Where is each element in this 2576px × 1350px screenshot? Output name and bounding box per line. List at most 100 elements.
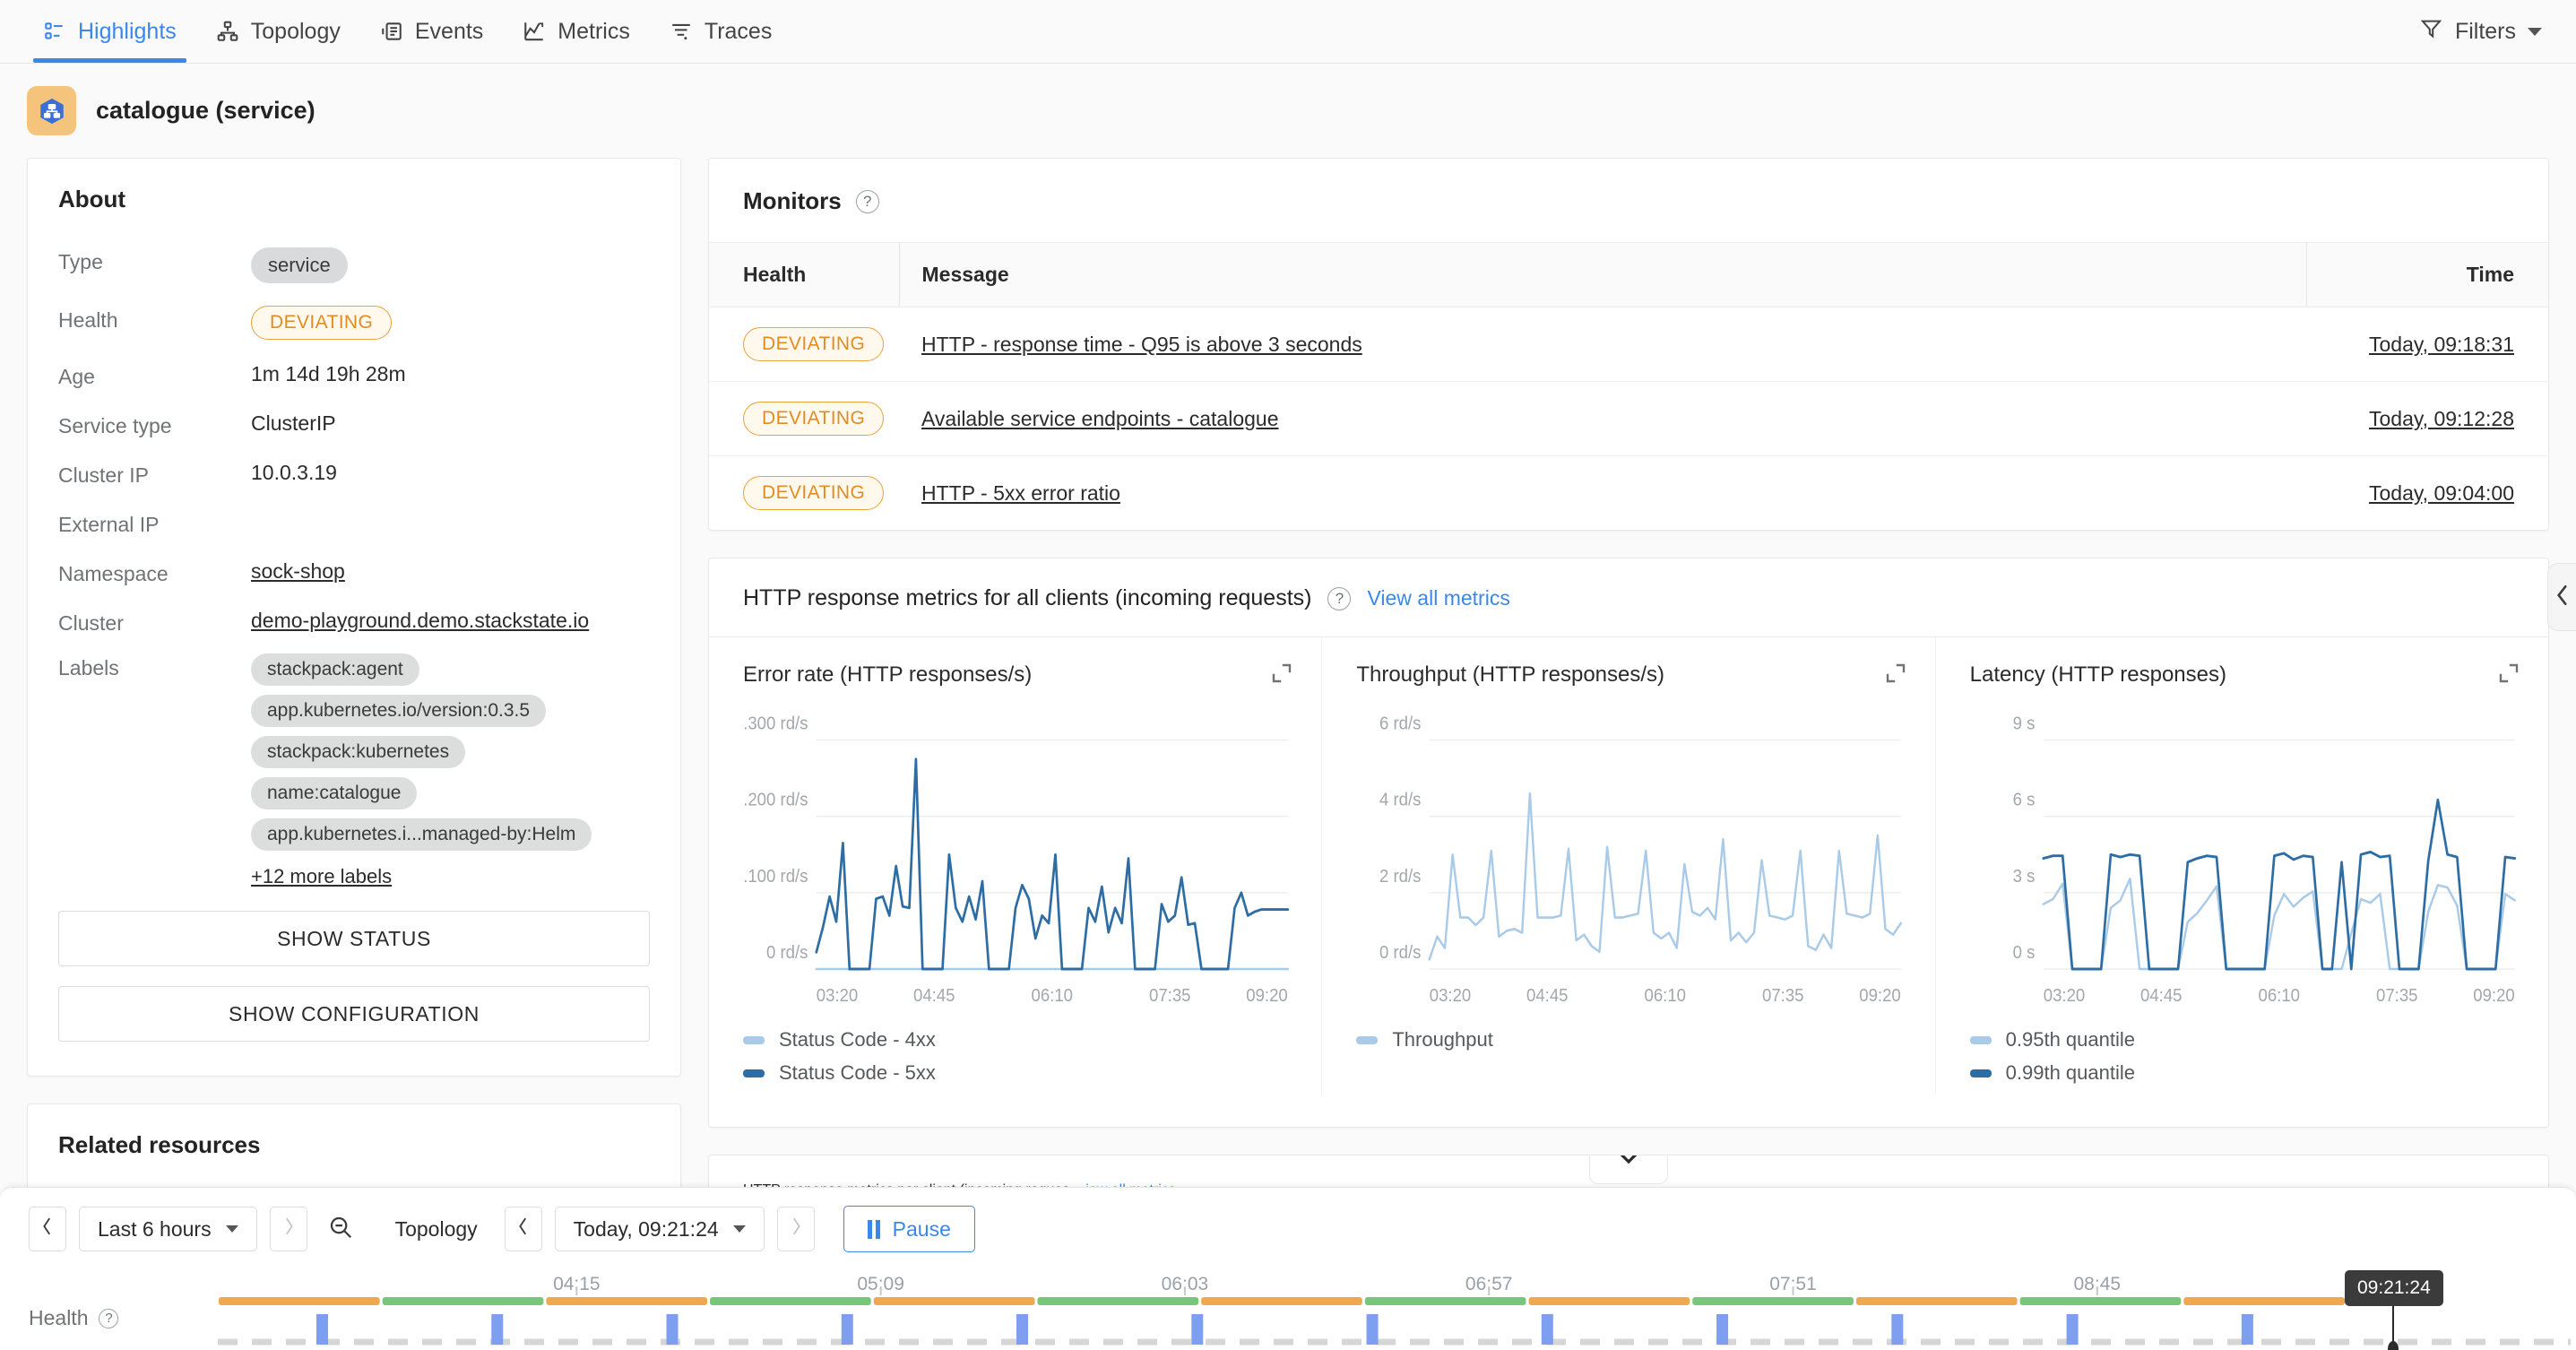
tab-topology[interactable]: Topology <box>196 0 360 63</box>
monitor-time-link[interactable]: Today, 09:12:28 <box>2369 407 2514 430</box>
side-panel-toggle[interactable] <box>2547 563 2576 631</box>
about-title: About <box>58 186 126 212</box>
more-labels-link[interactable]: +12 more labels <box>251 865 392 888</box>
section-title: HTTP response metrics for all clients (i… <box>743 585 1312 610</box>
show-configuration-button[interactable]: SHOW CONFIGURATION <box>58 986 650 1042</box>
timeline-canvas[interactable] <box>195 1274 2576 1350</box>
tab-traces[interactable]: Traces <box>650 0 791 63</box>
legend-item: Status Code - 4xx <box>743 1028 1292 1051</box>
monitors-title: Monitors <box>743 187 842 214</box>
legend-swatch <box>1969 1069 1992 1077</box>
funnel-icon <box>2419 16 2443 47</box>
column-message: Message <box>898 242 2306 307</box>
tab-highlights[interactable]: Highlights <box>23 0 196 63</box>
column-health: Health <box>709 242 899 307</box>
chart-title: Latency (HTTP responses) <box>1969 662 2226 687</box>
range-prev-button[interactable] <box>29 1207 66 1251</box>
about-value-age: 1m 14d 19h 28m <box>251 362 406 385</box>
svg-text:0 rd/s: 0 rd/s <box>766 943 808 963</box>
right-column: Monitors ? Health Message Time DEVIATING… <box>708 158 2549 1262</box>
zoom-out-button[interactable] <box>320 1207 361 1251</box>
related-resources-title: Related resources <box>58 1131 261 1158</box>
about-row-service-type: Service type ClusterIP <box>58 411 650 438</box>
legend-item: Throughput <box>1356 1028 1906 1051</box>
svg-text:07:35: 07:35 <box>2376 986 2417 1006</box>
page-title: catalogue (service) <box>96 97 316 124</box>
time-range-label: Last 6 hours <box>98 1216 212 1241</box>
question-mark-icon[interactable]: ? <box>1327 586 1352 610</box>
tab-metrics[interactable]: Metrics <box>503 0 650 63</box>
legend-swatch <box>743 1035 765 1044</box>
monitors-header: Monitors ? <box>709 159 2548 242</box>
question-mark-icon[interactable]: ? <box>855 189 879 213</box>
chart-title: Error rate (HTTP responses/s) <box>743 662 1033 687</box>
svg-text:2 rd/s: 2 rd/s <box>1379 867 1421 887</box>
tab-events[interactable]: Events <box>360 0 503 63</box>
status-badge: DEVIATING <box>743 327 885 361</box>
time-range-selector[interactable]: Last 6 hours <box>79 1207 257 1251</box>
time-prev-button[interactable] <box>504 1207 542 1251</box>
current-time-selector[interactable]: Today, 09:21:24 <box>554 1207 765 1251</box>
collapse-section-button[interactable] <box>1589 1155 1668 1184</box>
filters-label: Filters <box>2454 18 2516 44</box>
time-travel-bar: Last 6 hours Topology Today, 09:21:24 Pa… <box>0 1187 2576 1350</box>
about-key: Age <box>58 365 95 388</box>
chart-throughput: Throughput (HTTP responses/s) 0 rd/s 2 rd… <box>1321 637 1934 1095</box>
svg-text:0 s: 0 s <box>2012 943 2035 963</box>
tab-topology-label: Topology <box>250 18 341 44</box>
monitor-message-link[interactable]: HTTP - 5xx error ratio <box>921 481 1120 505</box>
chevron-right-icon <box>790 1216 802 1242</box>
chart-canvas: 0 s 3 s 6 s 9 s 03:20 04:45 06:10 07:35 09:20 <box>2012 714 2516 1006</box>
about-row-cluster: Cluster demo-playground.demo.stackstate.… <box>58 609 650 636</box>
expand-icon[interactable] <box>1271 662 1292 688</box>
show-status-button[interactable]: SHOW STATUS <box>58 911 650 966</box>
view-all-metrics-link[interactable]: View all metrics <box>1367 586 1509 610</box>
about-row-health: Health DEVIATING <box>58 306 650 340</box>
about-value-cluster-ip: 10.0.3.19 <box>251 461 337 484</box>
tab-highlights-label: Highlights <box>78 18 177 44</box>
about-row-namespace: Namespace sock-shop <box>58 559 650 586</box>
expand-icon[interactable] <box>1885 662 1906 688</box>
monitor-message-link[interactable]: Available service endpoints - catalogue <box>921 407 1279 430</box>
filters-button[interactable]: Filters <box>2419 0 2542 63</box>
svg-text:4 rd/s: 4 rd/s <box>1379 791 1421 810</box>
chart-title: Throughput (HTTP responses/s) <box>1356 662 1665 687</box>
range-next-button[interactable] <box>269 1207 307 1251</box>
table-row: DEVIATING HTTP - 5xx error ratio Today, … <box>709 456 2548 531</box>
cluster-link[interactable]: demo-playground.demo.stackstate.io <box>251 609 589 632</box>
left-column: About Type service Health DEVIATING Age … <box>27 158 681 1310</box>
chart-latency: Latency (HTTP responses) 0 s 3 s 6 s 9 s 03:… <box>1934 637 2548 1095</box>
about-row-age: Age 1m 14d 19h 28m <box>58 362 650 389</box>
expand-icon[interactable] <box>2498 662 2520 688</box>
about-row-cluster-ip: Cluster IP 10.0.3.19 <box>58 461 650 488</box>
timeline-cursor-tooltip: 09:21:24 <box>2345 1270 2443 1306</box>
monitor-message-link[interactable]: HTTP - response time - Q95 is above 3 se… <box>921 333 1362 356</box>
svg-text:07:35: 07:35 <box>1149 986 1190 1006</box>
monitor-time-link[interactable]: Today, 09:04:00 <box>2369 481 2514 505</box>
monitor-time-link[interactable]: Today, 09:18:31 <box>2369 333 2514 356</box>
legend-item: 0.99th quantile <box>1969 1061 2520 1085</box>
time-controls: Last 6 hours Topology Today, 09:21:24 Pa… <box>0 1188 2576 1252</box>
pause-button[interactable]: Pause <box>843 1206 975 1252</box>
tab-traces-label: Traces <box>704 18 773 44</box>
legend-label: 0.95th quantile <box>2005 1028 2135 1051</box>
legend-label: Throughput <box>1392 1028 1493 1051</box>
svg-text:9 s: 9 s <box>2012 714 2035 734</box>
table-row: DEVIATING HTTP - response time - Q95 is … <box>709 307 2548 382</box>
pause-icon <box>867 1219 880 1239</box>
events-icon <box>380 20 403 43</box>
http-metrics-all-clients-card: HTTP response metrics for all clients (i… <box>708 558 2549 1128</box>
svg-text:06:10: 06:10 <box>1032 986 1073 1006</box>
kubernetes-service-icon <box>27 86 76 135</box>
about-row-external-ip: External IP <box>58 510 650 537</box>
top-tab-bar: Highlights Topology Events Metrics Trace… <box>0 0 2576 64</box>
svg-text:04:45: 04:45 <box>2140 986 2182 1006</box>
legend-label: 0.99th quantile <box>2005 1061 2135 1084</box>
chevron-down-icon <box>1615 1155 1642 1170</box>
svg-text:6 s: 6 s <box>2012 791 2035 810</box>
question-mark-icon[interactable]: ? <box>99 1308 119 1328</box>
legend-swatch <box>1356 1035 1379 1044</box>
traces-icon <box>670 20 693 43</box>
time-next-button[interactable] <box>776 1207 815 1251</box>
namespace-link[interactable]: sock-shop <box>251 559 345 583</box>
